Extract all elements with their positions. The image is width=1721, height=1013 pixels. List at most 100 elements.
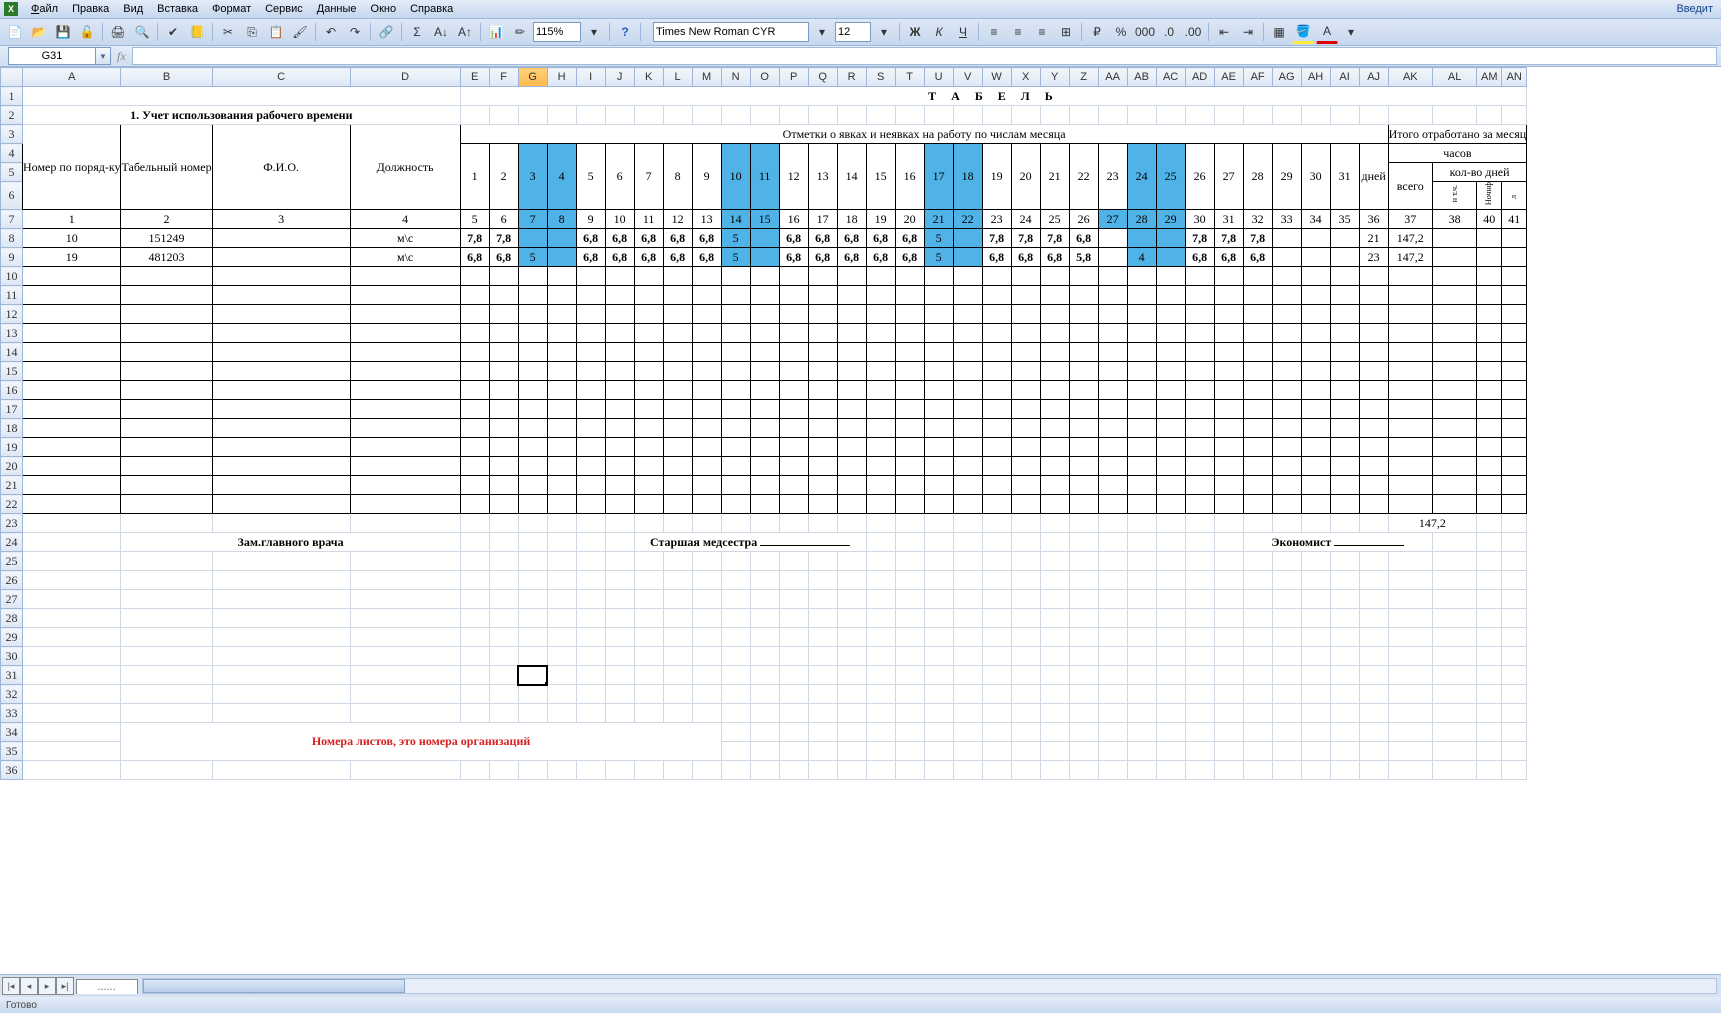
row-header[interactable]: 3 [1,125,23,144]
row-header[interactable]: 5 [1,163,23,182]
cell[interactable] [924,267,953,286]
cell[interactable] [1011,495,1040,514]
cell[interactable] [547,324,576,343]
cell[interactable] [1214,267,1243,286]
cell[interactable] [1330,723,1359,742]
cell[interactable] [1301,590,1330,609]
cell[interactable] [779,438,808,457]
cell[interactable] [663,343,692,362]
cell[interactable] [350,495,460,514]
permission-icon[interactable]: 🔓 [76,21,98,43]
cell[interactable] [866,514,895,533]
cell[interactable] [866,590,895,609]
cell[interactable] [1272,552,1301,571]
row-header[interactable]: 10 [1,267,23,286]
cell[interactable] [518,362,547,381]
cell[interactable] [895,400,924,419]
cell[interactable]: 6,8 [489,248,518,267]
cell[interactable] [1301,229,1330,248]
cell[interactable] [982,438,1011,457]
cell[interactable] [518,267,547,286]
cell[interactable] [489,324,518,343]
cell[interactable] [23,571,121,590]
cell[interactable] [924,723,953,742]
cell[interactable] [1301,324,1330,343]
cell[interactable] [547,628,576,647]
cell[interactable] [924,305,953,324]
cell[interactable] [350,761,460,780]
cell[interactable] [866,106,895,125]
row-header[interactable]: 2 [1,106,23,125]
cell[interactable] [23,514,121,533]
cell[interactable] [779,419,808,438]
cell[interactable] [634,324,663,343]
cell[interactable] [1214,419,1243,438]
cell[interactable] [866,742,895,761]
cell[interactable] [518,106,547,125]
cell[interactable] [808,438,837,457]
cell[interactable] [547,552,576,571]
col-header[interactable]: Q [808,68,837,87]
cell[interactable] [212,457,350,476]
cell[interactable] [1301,761,1330,780]
tab-next-icon[interactable]: ▸ [38,977,56,995]
cell[interactable] [121,609,212,628]
cell[interactable] [1330,229,1359,248]
cell[interactable] [663,476,692,495]
cell[interactable] [460,267,489,286]
cell[interactable] [895,742,924,761]
cell[interactable] [121,685,212,704]
cell[interactable] [1156,381,1185,400]
cell[interactable] [1098,571,1127,590]
row-header[interactable]: 26 [1,571,23,590]
cell[interactable] [721,400,750,419]
fill-color-icon[interactable]: 🪣 [1292,20,1314,44]
cell[interactable] [212,495,350,514]
cell[interactable] [1477,106,1502,125]
cell[interactable] [634,267,663,286]
cell[interactable] [1432,324,1476,343]
cell[interactable] [547,666,576,685]
cell[interactable] [808,723,837,742]
row-header[interactable]: 28 [1,609,23,628]
cell[interactable] [721,381,750,400]
cell[interactable] [1432,438,1476,457]
menu-edit[interactable]: Правка [65,2,116,16]
cell[interactable] [1301,704,1330,723]
cell[interactable] [489,685,518,704]
cell[interactable] [750,343,779,362]
cell[interactable] [634,609,663,628]
cell[interactable] [953,229,982,248]
cell[interactable] [634,666,663,685]
cell[interactable] [1301,362,1330,381]
cell[interactable] [634,761,663,780]
cell[interactable] [1330,457,1359,476]
cell[interactable] [1156,609,1185,628]
cell[interactable] [721,742,750,761]
cell[interactable] [721,552,750,571]
cell[interactable]: 6,8 [837,248,866,267]
cell[interactable] [1477,324,1502,343]
cell[interactable] [1069,495,1098,514]
cell[interactable] [663,324,692,343]
cell[interactable] [1214,381,1243,400]
cell[interactable] [547,286,576,305]
cell[interactable] [924,571,953,590]
cell[interactable] [721,590,750,609]
cell[interactable] [1098,305,1127,324]
cell[interactable] [1502,438,1527,457]
cell[interactable]: 7,8 [1040,229,1069,248]
cell[interactable] [1040,267,1069,286]
cell[interactable] [1011,609,1040,628]
cell[interactable] [1477,514,1502,533]
tab-prev-icon[interactable]: ◂ [20,977,38,995]
cell[interactable] [1185,514,1214,533]
cell[interactable] [1011,400,1040,419]
cell[interactable] [750,590,779,609]
cell[interactable] [982,590,1011,609]
cell[interactable] [663,609,692,628]
cell[interactable] [1214,647,1243,666]
cell[interactable] [121,476,212,495]
cell[interactable] [23,685,121,704]
cell[interactable] [212,666,350,685]
